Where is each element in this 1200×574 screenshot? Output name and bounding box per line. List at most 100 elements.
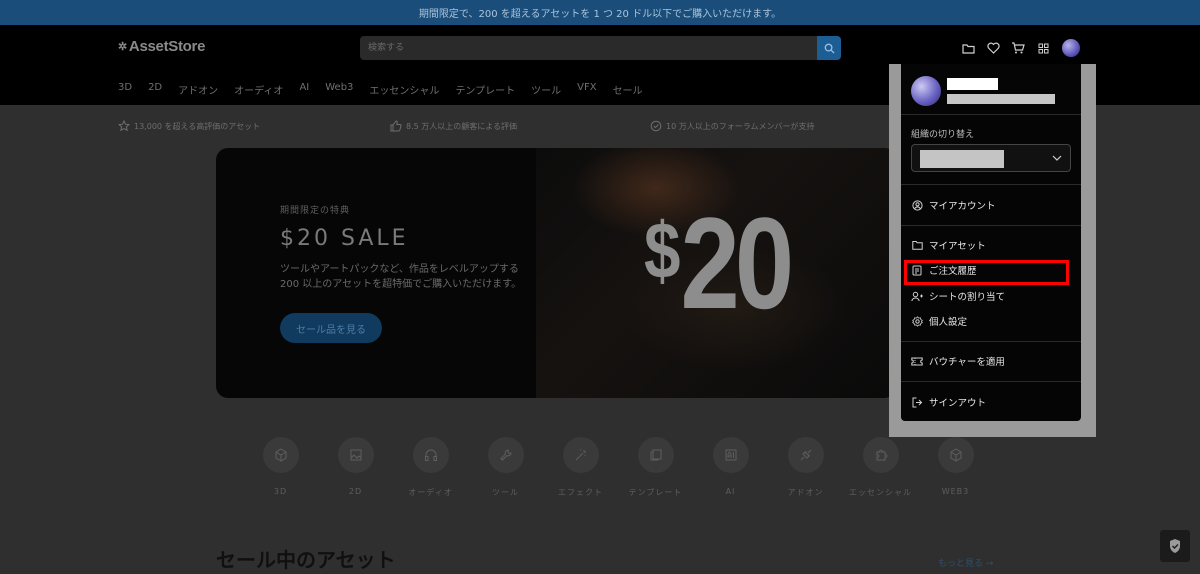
heart-icon[interactable] [985,40,1001,56]
check-circle-icon [650,120,662,132]
nav-item[interactable]: アドオン [178,82,218,97]
nav-item[interactable]: ツール [531,82,561,97]
category-web3[interactable]: WEB3 [918,437,993,498]
menu-seat-assignment[interactable]: シートの割り当て [911,287,1071,305]
hero-price-number: 20 [680,190,794,336]
nav-item[interactable]: テンプレート [455,82,515,97]
thumbs-up-icon [390,120,402,132]
logo-text: AssetStore [128,38,206,55]
menu-my-account[interactable]: マイアカウント [911,196,1071,214]
category-audio[interactable]: オーディオ [393,437,468,498]
trust-item: 8.5 万人以上の顧客による評価 [390,120,517,132]
category-3d[interactable]: 3D [243,437,318,498]
trust-text: 13,000 を超える高評価のアセット [134,121,261,131]
logo[interactable]: ✲ AssetStore [118,38,205,55]
nav-item[interactable]: 3D [118,82,132,97]
search-input[interactable] [360,36,817,60]
user-name-redacted [947,78,998,90]
divider [901,381,1081,382]
category-label: WEB3 [941,487,970,496]
privacy-shield-button[interactable] [1160,530,1190,562]
search-button[interactable] [817,36,841,60]
trust-text: 10 万人以上のフォーラムメンバーが支持 [666,121,815,131]
category-effects[interactable]: エフェクト [543,437,618,498]
menu-my-assets[interactable]: マイアセット [911,236,1071,254]
cube-icon [275,448,286,462]
nav-item[interactable]: VFX [577,82,596,97]
cube-icon [950,448,961,462]
category-label: エフェクト [558,488,603,497]
category-addons[interactable]: アドオン [768,437,843,498]
dropdown-avatar [911,76,941,106]
category-nav: 3D 2D アドオン オーディオ AI Web3 エッセンシャル テンプレート … [118,82,659,97]
ai-icon [725,449,736,461]
star-icon [118,120,130,132]
unity-logo-icon: ✲ [118,41,127,53]
menu-label: バウチャーを適用 [929,357,1005,368]
divider [901,184,1081,185]
category-label: オーディオ [408,488,453,497]
category-label: AI [725,487,736,496]
folder-icon [911,239,923,251]
category-essentials[interactable]: エッセンシャル [843,437,918,498]
user-circle-icon [911,199,923,211]
menu-label: シートの割り当て [929,292,1006,303]
user-avatar-button[interactable] [1062,39,1080,57]
hero-banner: 期間限定の特典 $20 SALE ツールやアートパックなど、作品をレベルアップす… [216,148,896,398]
hero-price-graphic: $20 [644,198,794,328]
menu-label: マイアカウント [929,201,996,212]
org-value-redacted [920,150,1004,168]
divider [901,341,1081,342]
category-ai[interactable]: AI [693,437,768,498]
menu-personal-settings[interactable]: 個人設定 [911,312,1071,330]
nav-item[interactable]: 2D [148,82,162,97]
category-label: テンプレート [628,488,683,497]
promo-banner[interactable]: 期間限定で、200 を超えるアセットを 1 つ 20 ドル以下でご購入いただけま… [0,0,1200,25]
trust-item: 13,000 を超える高評価のアセット [118,120,260,132]
hero-title: $20 SALE [280,226,409,251]
category-templates[interactable]: テンプレート [618,437,693,498]
wrench-icon [499,449,512,461]
chevron-down-icon [1052,155,1062,161]
puzzle-icon [876,449,887,461]
shield-check-icon [1170,539,1180,553]
header-actions [960,39,1080,57]
hero-description: ツールやアートパックなど、作品をレベルアップする 200 以上のアセットを超特価… [280,264,522,290]
user-add-icon [911,290,923,302]
copy-icon [650,449,661,461]
nav-item[interactable]: エッセンシャル [369,82,439,97]
trust-item: 10 万人以上のフォーラムメンバーが支持 [650,120,814,132]
hero-eyebrow: 期間限定の特典 [280,206,351,216]
user-email-redacted [947,94,1055,104]
nav-item[interactable]: Web3 [325,82,353,97]
nav-item[interactable]: オーディオ [234,82,283,97]
folder-icon[interactable] [960,40,976,56]
nav-item[interactable]: セール [613,82,643,97]
org-switch-label: 組織の切り替え [911,130,975,140]
category-tools[interactable]: ツール [468,437,543,498]
see-more-link[interactable]: もっと見る → [938,556,993,569]
category-label: エッセンシャル [849,488,912,497]
hero-cta-button[interactable]: セール品を見る [280,313,382,343]
org-select[interactable] [911,144,1071,172]
cart-icon[interactable] [1010,40,1026,56]
account-dropdown: 組織の切り替え マイアカウント マイアセット ご注文履歴 シートの割り当て 個人… [901,64,1081,421]
hero-dollar-sign: $ [644,206,681,295]
section-title: セール中のアセット [216,548,396,572]
headphones-icon [424,449,437,461]
wand-icon [575,449,586,461]
plug-icon [800,449,811,461]
search-bar [360,36,841,60]
nav-item[interactable]: AI [299,82,309,97]
category-2d[interactable]: 2D [318,437,393,498]
menu-sign-out[interactable]: サインアウト [911,393,1071,411]
menu-apply-voucher[interactable]: バウチャーを適用 [911,352,1071,370]
trust-text: 8.5 万人以上の顧客による評価 [406,121,518,131]
divider [901,225,1081,226]
signout-icon [911,396,923,408]
grid-icon[interactable] [1035,40,1051,56]
ticket-icon [911,355,923,367]
category-label: アドオン [787,488,824,497]
category-label: 3D [273,487,288,496]
gear-icon [911,315,923,327]
